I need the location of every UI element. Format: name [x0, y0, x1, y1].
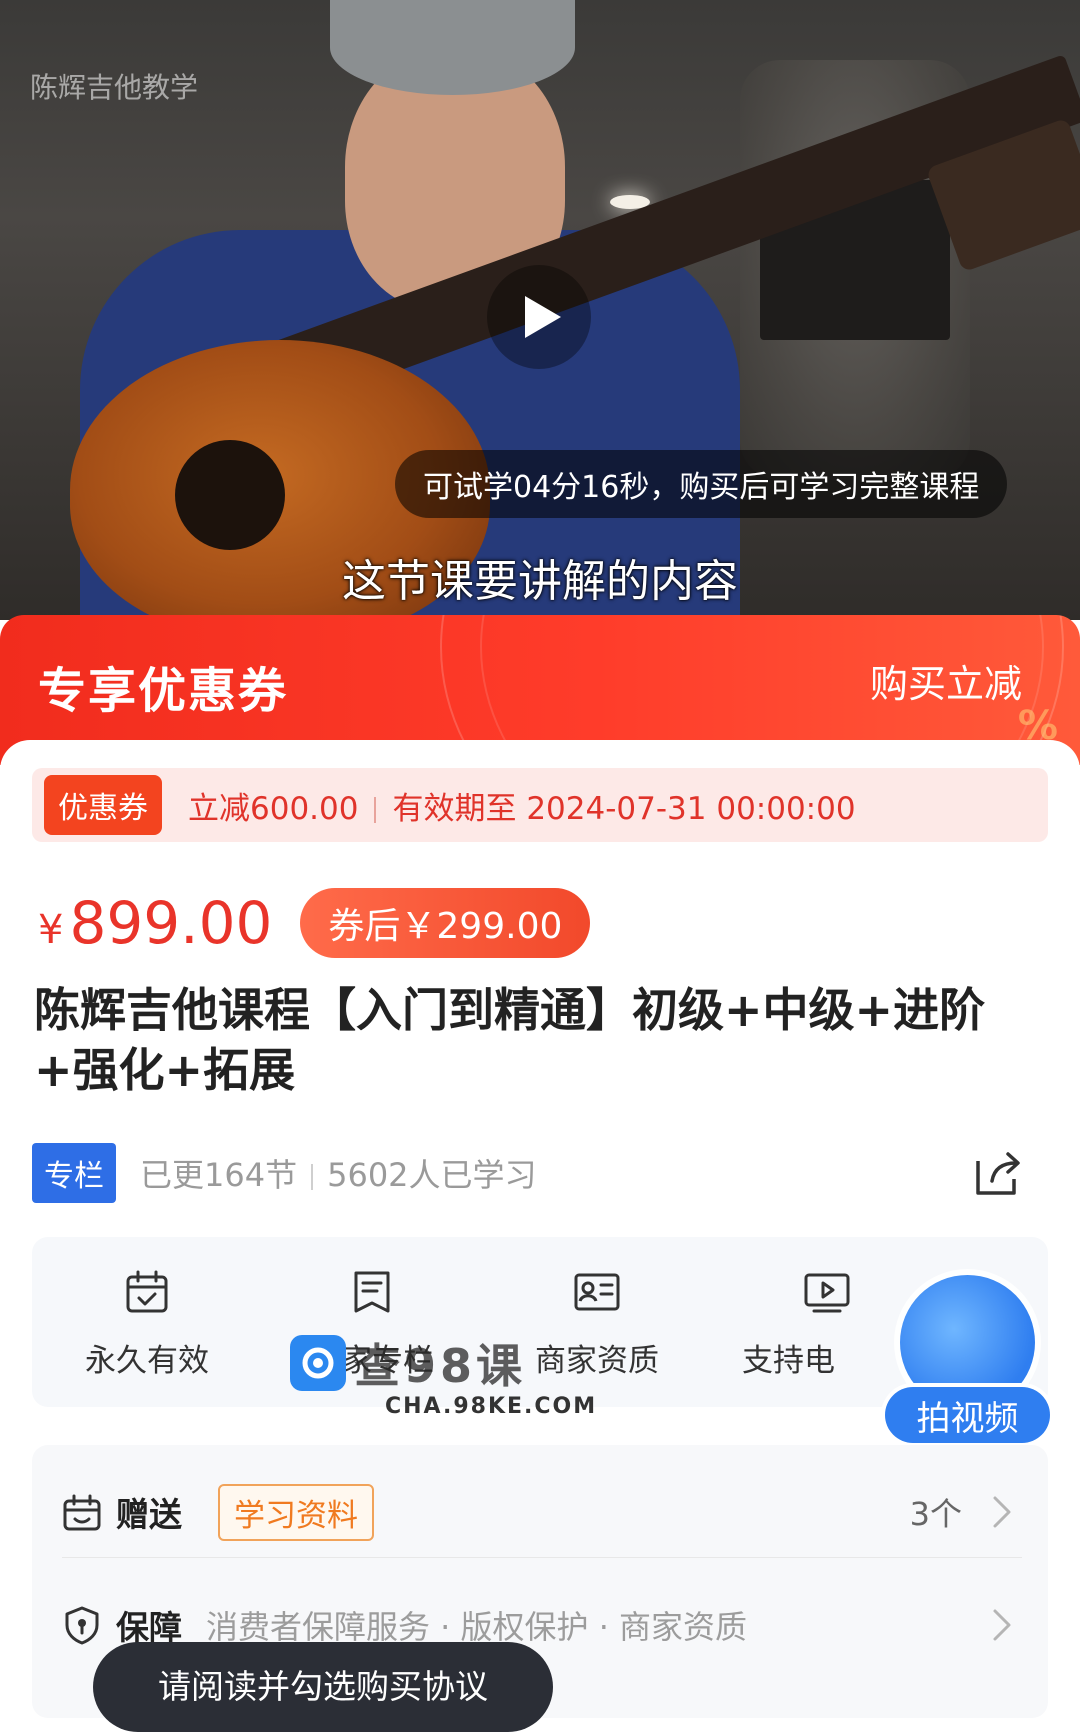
play-icon	[525, 296, 561, 338]
play-button[interactable]	[487, 265, 591, 369]
trial-tip: 可试学04分16秒，购买后可学习完整课程	[395, 450, 1008, 518]
coupon-validity: 有效期至 2024-07-31 00:00:00	[392, 790, 856, 827]
shoot-video-button[interactable]: 拍视频	[885, 1275, 1050, 1455]
guarantee-arrow-area	[962, 1580, 1012, 1670]
gift-label: 赠送	[116, 1495, 182, 1534]
video-player[interactable]: 陈辉吉他教学 可试学04分16秒，购买后可学习完整课程 这节课要讲解的内容	[0, 0, 1080, 620]
gift-count-area: 3个	[910, 1467, 1012, 1557]
document-bookmark-icon	[354, 1271, 390, 1313]
learner-count: 5602人已学习	[327, 1156, 537, 1194]
row-divider	[62, 1557, 1022, 1558]
guitar-sound-hole	[175, 440, 285, 550]
gift-count: 3个	[909, 1495, 962, 1533]
chevron-right-icon	[993, 1609, 1011, 1641]
id-card-icon	[574, 1273, 620, 1311]
watermark-logo-icon	[290, 1335, 346, 1391]
calendar-check-icon	[126, 1270, 168, 1313]
site-watermark: 查98课	[290, 1330, 526, 1396]
shield-icon	[65, 1606, 99, 1645]
chevron-right-icon	[993, 1496, 1011, 1528]
course-title: 陈辉吉他课程【入门到精通】初级+中级+进阶+强化+拓展	[34, 983, 986, 1097]
original-price: ¥899.00	[38, 889, 273, 957]
share-icon[interactable]	[970, 1145, 1026, 1201]
video-watermark: 陈辉吉他教学	[30, 71, 199, 104]
coupon-detail: 立减600.00 有效期至 2024-07-31 00:00:00	[188, 783, 856, 828]
coupon-header-title: 专享优惠券	[38, 663, 289, 719]
price-row: ¥899.00 券后￥299.00	[38, 888, 591, 958]
coupon-tag: 优惠券	[44, 775, 162, 835]
course-stats: 已更164节 5602人已学习	[140, 1150, 537, 1196]
gift-calendar-icon	[63, 1494, 101, 1531]
gift-tag: 学习资料	[218, 1483, 374, 1541]
coupon-separator	[374, 797, 377, 823]
lessons-updated: 已更164节	[140, 1156, 298, 1194]
coupon-discount: 立减600.00	[188, 790, 359, 827]
buy-discount-button[interactable]: 购买立减	[870, 653, 1022, 708]
video-subtitle: 这节课要讲解的内容	[342, 556, 738, 607]
instructor-cap	[330, 0, 575, 95]
agreement-toast: 请阅读并勾选购买协议	[93, 1642, 553, 1732]
feature-label: 商家资质	[535, 1343, 659, 1379]
shoot-video-label: 拍视频	[885, 1387, 1050, 1443]
course-meta: 专栏 已更164节 5602人已学习	[32, 1143, 1048, 1203]
after-coupon-price: 券后￥299.00	[300, 888, 591, 958]
feature-permanent: 永久有效	[47, 1267, 247, 1380]
gift-row[interactable]: 赠送 学习资料 3个	[32, 1467, 1048, 1557]
coupon-bar[interactable]: 优惠券 立减600.00 有效期至 2024-07-31 00:00:00	[32, 768, 1048, 842]
watermark-text: 查98课	[354, 1339, 527, 1393]
watermark-url: CHA.98KE.COM	[385, 1394, 598, 1419]
feature-label: 永久有效	[85, 1343, 209, 1379]
column-tag: 专栏	[32, 1143, 116, 1203]
video-play-icon	[804, 1273, 850, 1313]
feature-qualification[interactable]: 商家资质	[497, 1267, 697, 1380]
